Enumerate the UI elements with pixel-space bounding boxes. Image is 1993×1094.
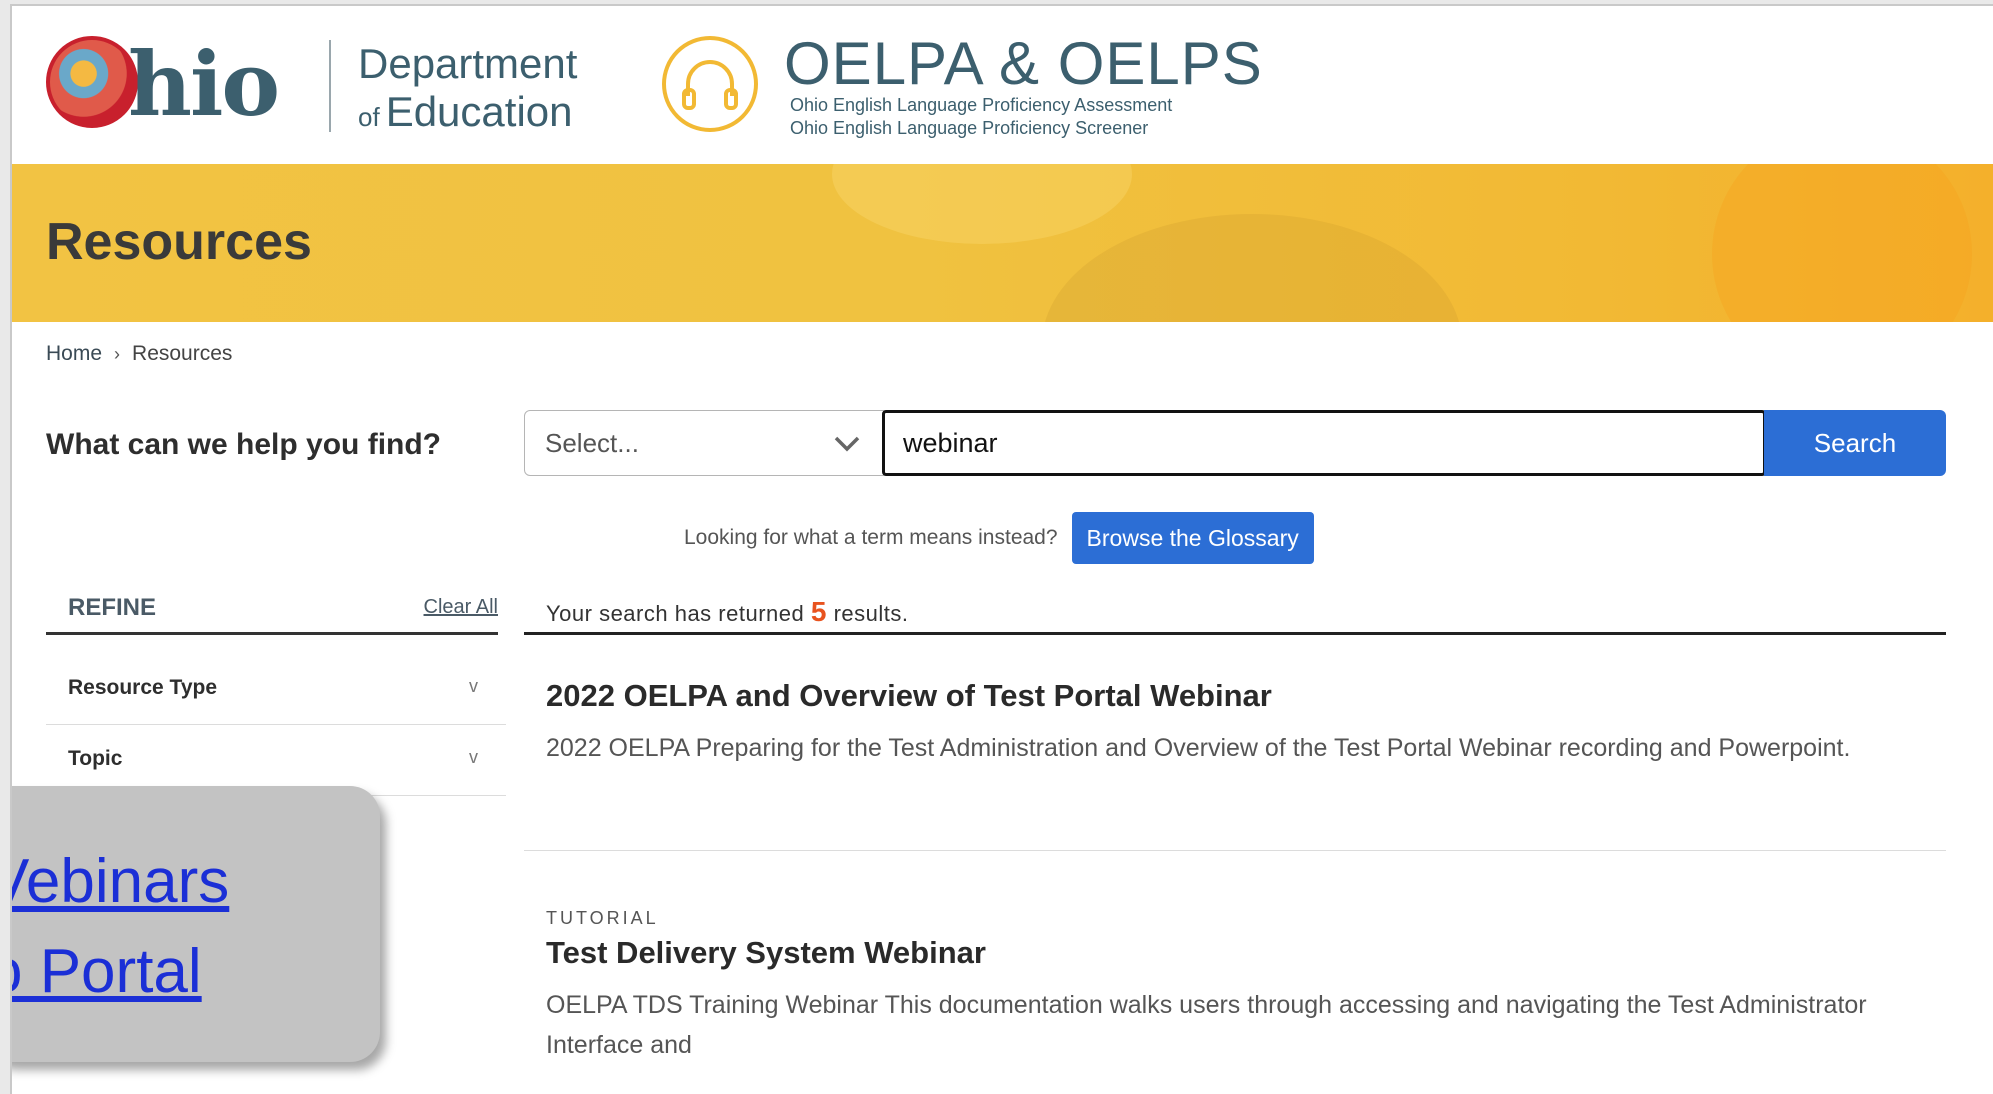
search-heading: What can we help you find? — [46, 428, 442, 461]
oelpa-sub-line1: Ohio English Language Proficiency Assess… — [790, 95, 1173, 115]
headphones-icon — [662, 36, 758, 132]
chevron-down-icon: v — [469, 676, 478, 696]
search-button[interactable]: Search — [1764, 410, 1946, 476]
refine-title: REFINE — [68, 594, 157, 621]
result-title[interactable]: Test Delivery System Webinar — [546, 935, 1946, 971]
glossary-prompt: Looking for what a term means instead? — [684, 526, 1058, 549]
banner-decoration — [832, 164, 1132, 244]
banner-decoration — [1712, 164, 1972, 322]
result-item: 2022 OELPA and Overview of Test Portal W… — [524, 678, 1946, 768]
banner-decoration — [1042, 214, 1462, 322]
dept-education: Education — [385, 88, 573, 135]
dept-line1: Department — [358, 40, 578, 87]
results-count-prefix: Your search has returned — [546, 601, 805, 626]
dept-line2: of Education — [358, 88, 577, 141]
refine-header: REFINE Clear All — [46, 586, 498, 635]
chevron-down-icon: v — [469, 747, 478, 767]
clear-all-link[interactable]: Clear All — [424, 596, 498, 619]
dept-of: of — [358, 102, 380, 132]
facet-label: Topic — [68, 747, 123, 770]
browser-page: hio Department of Education OELPA & OELPS… — [10, 4, 1993, 1094]
result-kind: TUTORIAL — [546, 908, 659, 928]
results-count-bar: Your search has returned 5 results. — [524, 586, 1946, 635]
chevron-down-icon — [834, 436, 860, 452]
facet-resource-type[interactable]: Resource Type v — [46, 654, 506, 725]
result-divider — [524, 850, 1946, 851]
logo-divider — [329, 40, 331, 132]
overlay-link-portal[interactable]: o Portal — [12, 936, 202, 1007]
category-select[interactable]: Select... — [524, 410, 884, 476]
oelpa-subtitle: Ohio English Language Proficiency Assess… — [790, 94, 1172, 140]
oelpa-sub-line2: Ohio English Language Proficiency Screen… — [790, 118, 1149, 138]
result-description: 2022 OELPA Preparing for the Test Admini… — [546, 734, 1851, 762]
breadcrumb-home[interactable]: Home — [46, 342, 102, 366]
glossary-row: Looking for what a term means instead? B… — [684, 512, 1314, 564]
department-logo[interactable]: Department of Education — [358, 40, 577, 141]
facet-label: Resource Type — [68, 676, 217, 699]
oelpa-title[interactable]: OELPA & OELPS — [784, 32, 1263, 96]
result-description: OELPA TDS Training Webinar This document… — [546, 991, 1867, 1059]
overlay-link-webinars[interactable]: Vebinars — [12, 846, 229, 917]
browse-glossary-button[interactable]: Browse the Glossary — [1071, 512, 1314, 564]
search-input[interactable] — [882, 410, 1766, 476]
result-title[interactable]: 2022 OELPA and Overview of Test Portal W… — [546, 678, 1946, 714]
results-count-text: Your search has returned 5 results. — [546, 596, 908, 628]
breadcrumb-current: Resources — [132, 342, 233, 365]
results-count-suffix: results. — [833, 601, 909, 626]
ohio-wordmark: hio — [128, 32, 280, 136]
site-header: hio Department of Education OELPA & OELPS… — [12, 6, 1993, 164]
overlay-card: Vebinars o Portal — [12, 786, 380, 1062]
page-title: Resources — [46, 213, 312, 271]
breadcrumb: Home › Resources — [46, 342, 232, 366]
category-select-value: Select... — [545, 427, 639, 458]
breadcrumb-separator: › — [114, 343, 121, 364]
ohio-logo[interactable]: hio — [46, 36, 316, 136]
results-count-number: 5 — [810, 596, 827, 627]
result-item: TUTORIAL Test Delivery System Webinar OE… — [524, 908, 1946, 1065]
page-banner: Resources — [12, 164, 1993, 322]
ohio-logo-icon — [46, 36, 138, 128]
